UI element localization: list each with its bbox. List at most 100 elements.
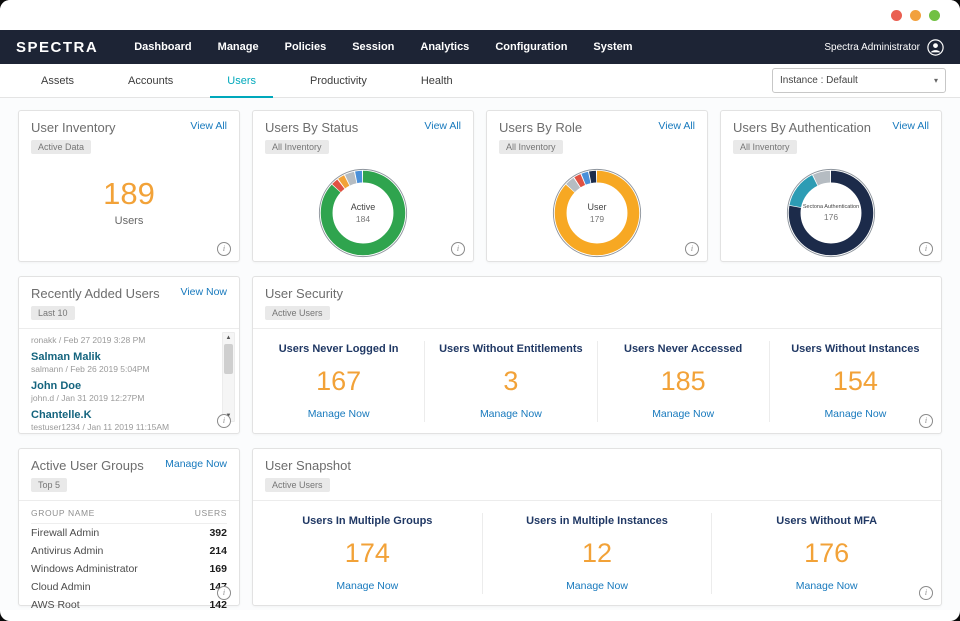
user-meta: testuser1234 / Jan 11 2019 11:15AM (31, 422, 217, 432)
info-icon[interactable]: i (217, 414, 231, 428)
users-by-authentication-chart: Sectona Authentication 176 (781, 163, 881, 263)
info-icon[interactable]: i (919, 586, 933, 600)
nav-item-analytics[interactable]: Analytics (420, 41, 469, 53)
user-menu[interactable]: Spectra Administrator (824, 39, 944, 56)
stat-users-never-logged-in: Users Never Logged In 167 Manage Now (253, 341, 424, 422)
view-all-link[interactable]: View All (658, 120, 695, 132)
dashboard-content: User Inventory Active Data View All 189 … (0, 98, 960, 610)
stat-value: 174 (259, 538, 476, 569)
info-icon[interactable]: i (217, 586, 231, 600)
stat-value: 3 (431, 366, 590, 397)
user-inventory-unit: Users (19, 215, 239, 227)
table-row: Firewall Admin 392 (31, 524, 227, 542)
middle-row: Recently Added Users Last 10 View Now ro… (18, 276, 942, 434)
brand-logo[interactable]: SPECTRA (16, 39, 98, 56)
manage-now-link[interactable]: Manage Now (165, 458, 227, 470)
scrollbar[interactable]: ▲ ▼ (222, 332, 235, 422)
table-row: Windows Administrator 169 (31, 560, 227, 578)
card-title: Users By Role (499, 120, 582, 135)
nav-item-session[interactable]: Session (352, 41, 394, 53)
nav-item-system[interactable]: System (593, 41, 632, 53)
card-title: Users By Authentication (733, 120, 871, 135)
table-row: AWS Root 142 (31, 596, 227, 614)
stat-label: Users Never Logged In (259, 343, 418, 355)
manage-now-link[interactable]: Manage Now (718, 580, 935, 592)
list-item: Salman Malik salmann / Feb 26 2019 5:04P… (31, 351, 217, 374)
window-control-close[interactable] (891, 10, 902, 21)
user-security-card: User Security Active Users Users Never L… (252, 276, 942, 434)
manage-now-link[interactable]: Manage Now (604, 408, 763, 420)
column-group-name: GROUP NAME (31, 508, 95, 518)
bottom-row: Active User Groups Top 5 Manage Now GROU… (18, 448, 942, 606)
card-title: User Snapshot (265, 458, 351, 473)
view-all-link[interactable]: View All (424, 120, 461, 132)
donut-chart (781, 163, 881, 263)
tab-accounts[interactable]: Accounts (101, 64, 200, 97)
tab-assets[interactable]: Assets (14, 64, 101, 97)
info-icon[interactable]: i (685, 242, 699, 256)
users-by-role-chart: User 179 (547, 163, 647, 263)
manage-now-link[interactable]: Manage Now (776, 408, 935, 420)
nav-item-configuration[interactable]: Configuration (495, 41, 567, 53)
stat-label: Users In Multiple Groups (259, 515, 476, 527)
stat-value: 154 (776, 366, 935, 397)
stat-label: Users in Multiple Instances (489, 515, 706, 527)
summary-row: User Inventory Active Data View All 189 … (18, 110, 942, 262)
nav-item-dashboard[interactable]: Dashboard (134, 41, 191, 53)
titlebar (0, 0, 960, 30)
groups-table: GROUP NAME USERS Firewall Admin 392 Anti… (19, 501, 239, 614)
info-icon[interactable]: i (919, 242, 933, 256)
card-badge: Top 5 (31, 478, 67, 492)
tab-users[interactable]: Users (200, 64, 283, 97)
tab-productivity[interactable]: Productivity (283, 64, 394, 97)
user-inventory-count: 189 (19, 176, 239, 212)
card-badge: All Inventory (733, 140, 797, 154)
stat-value: 176 (718, 538, 935, 569)
card-title: Active User Groups (31, 458, 144, 473)
instance-dropdown[interactable]: Instance : Default ▾ (772, 68, 946, 93)
manage-now-link[interactable]: Manage Now (259, 408, 418, 420)
stat-value: 185 (604, 366, 763, 397)
window-control-minimize[interactable] (910, 10, 921, 21)
card-badge: All Inventory (499, 140, 563, 154)
user-name: Salman Malik (31, 351, 217, 363)
manage-now-link[interactable]: Manage Now (259, 580, 476, 592)
stat-label: Users Without Instances (776, 343, 935, 355)
scroll-up-icon[interactable]: ▲ (223, 333, 234, 343)
active-user-groups-card: Active User Groups Top 5 Manage Now GROU… (18, 448, 240, 606)
recently-added-users-card: Recently Added Users Last 10 View Now ro… (18, 276, 240, 434)
users-by-role-card: Users By Role All Inventory View All Use… (486, 110, 708, 262)
card-title: User Security (265, 286, 343, 301)
manage-now-link[interactable]: Manage Now (431, 408, 590, 420)
card-title: Recently Added Users (31, 286, 160, 301)
view-all-link[interactable]: View All (892, 120, 929, 132)
scrollbar-thumb[interactable] (224, 344, 233, 374)
app-window: SPECTRA Dashboard Manage Policies Sessio… (0, 0, 960, 621)
user-name: Chantelle.K (31, 409, 217, 421)
manage-now-link[interactable]: Manage Now (489, 580, 706, 592)
user-inventory-card: User Inventory Active Data View All 189 … (18, 110, 240, 262)
stat-users-without-mfa: Users Without MFA 176 Manage Now (711, 513, 941, 594)
user-meta: john.d / Jan 31 2019 12:27PM (31, 393, 217, 403)
card-title: User Inventory (31, 120, 116, 135)
window-control-maximize[interactable] (929, 10, 940, 21)
info-icon[interactable]: i (217, 242, 231, 256)
tab-health[interactable]: Health (394, 64, 480, 97)
info-icon[interactable]: i (919, 414, 933, 428)
stat-value: 12 (489, 538, 706, 569)
stat-value: 167 (259, 366, 418, 397)
card-badge: Last 10 (31, 306, 75, 320)
avatar-icon[interactable] (927, 39, 944, 56)
view-all-link[interactable]: View All (190, 120, 227, 132)
nav-item-manage[interactable]: Manage (218, 41, 259, 53)
card-badge: All Inventory (265, 140, 329, 154)
view-now-link[interactable]: View Now (181, 286, 228, 298)
nav-item-policies[interactable]: Policies (285, 41, 327, 53)
tabbar: Assets Accounts Users Productivity Healt… (0, 64, 960, 98)
user-meta: salmann / Feb 26 2019 5:04PM (31, 364, 217, 374)
card-badge: Active Data (31, 140, 91, 154)
info-icon[interactable]: i (451, 242, 465, 256)
navbar: SPECTRA Dashboard Manage Policies Sessio… (0, 30, 960, 64)
user-snapshot-card: User Snapshot Active Users Users In Mult… (252, 448, 942, 606)
snapshot-stats: Users In Multiple Groups 174 Manage Now … (253, 513, 941, 594)
